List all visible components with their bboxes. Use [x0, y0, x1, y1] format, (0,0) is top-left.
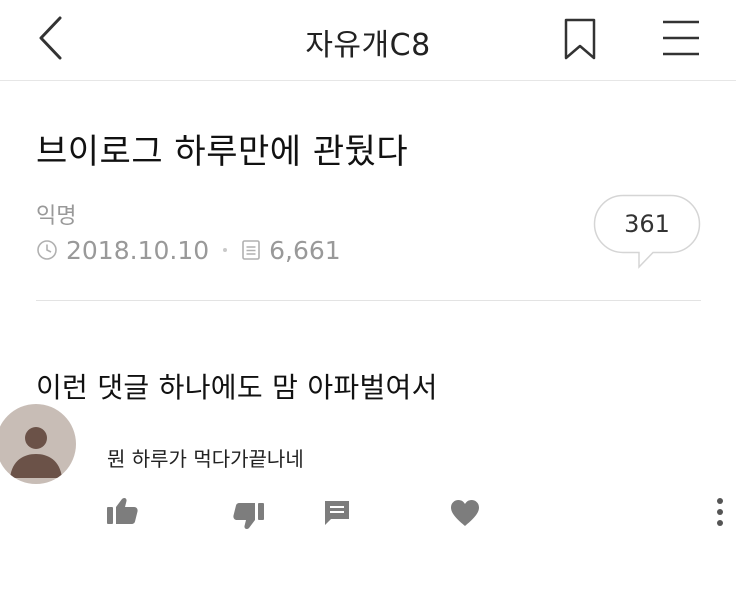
post-meta: 2018.10.10 6,661	[36, 235, 341, 265]
heart-icon	[451, 500, 479, 526]
menu-button[interactable]	[660, 18, 702, 58]
top-app-bar: 자유개C8	[0, 0, 736, 81]
bookmark-icon	[564, 18, 596, 60]
clock-icon	[37, 240, 57, 260]
like-button[interactable]	[106, 496, 142, 528]
post-author[interactable]: 익명	[36, 198, 76, 230]
view-count-icon	[242, 240, 260, 260]
dislike-button[interactable]	[229, 500, 265, 532]
default-avatar-icon	[10, 427, 62, 478]
hamburger-menu-icon	[663, 20, 699, 56]
board-title: 자유개C8	[305, 28, 431, 63]
more-vertical-icon	[717, 498, 723, 526]
more-options-button[interactable]	[708, 496, 732, 530]
comment-count-button[interactable]: 361	[593, 194, 701, 270]
heart-button[interactable]	[449, 498, 485, 530]
avatar[interactable]	[0, 404, 76, 484]
comment-count: 361	[624, 210, 670, 238]
bookmark-button[interactable]	[562, 17, 598, 61]
post-date: 2018.10.10	[66, 235, 210, 265]
reply-icon	[325, 501, 349, 525]
thumbs-up-icon	[107, 497, 138, 524]
thumbs-down-icon	[233, 503, 264, 530]
view-count: 6,661	[269, 235, 341, 265]
post-title: 브이로그 하루만에 관뒀다	[36, 132, 409, 172]
meta-separator	[223, 248, 228, 252]
post-body: 이런 댓글 하나에도 맘 아파벌여서	[36, 371, 438, 404]
comment-text: 뭔 하루가 먹다가끝나네	[107, 447, 304, 471]
divider	[36, 300, 701, 301]
reply-button[interactable]	[322, 498, 358, 530]
